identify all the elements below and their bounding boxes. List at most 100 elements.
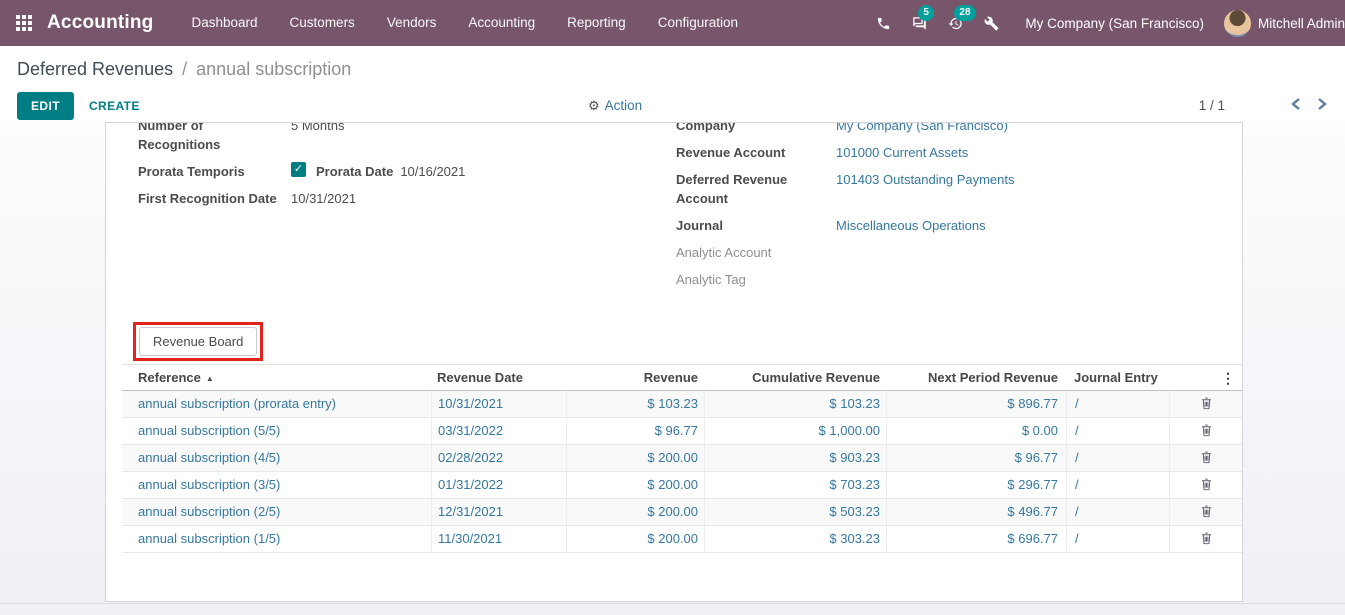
pager-previous-button[interactable] <box>1283 98 1309 113</box>
delete-row-button[interactable] <box>1196 394 1217 415</box>
cell-revenue[interactable]: $ 200.00 <box>566 445 704 471</box>
activities-icon[interactable]: 28 <box>937 0 973 46</box>
breadcrumb-separator: / <box>182 59 187 79</box>
pager-next-button[interactable] <box>1309 98 1335 113</box>
cell-next-period-revenue[interactable]: $ 696.77 <box>886 526 1066 552</box>
cell-revenue[interactable]: $ 200.00 <box>566 499 704 525</box>
delete-row-button[interactable] <box>1196 475 1217 496</box>
cell-revenue-date[interactable]: 01/31/2022 <box>431 472 566 498</box>
cell-next-period-revenue[interactable]: $ 496.77 <box>886 499 1066 525</box>
form-column-right: Company My Company (San Francisco) Reven… <box>676 122 1242 297</box>
field-analytic-account: Analytic Account <box>676 243 1242 262</box>
cell-journal-entry[interactable]: / <box>1066 391 1169 417</box>
cell-cumulative-revenue[interactable]: $ 303.23 <box>704 526 886 552</box>
field-value-link[interactable]: 101000 Current Assets <box>836 143 968 162</box>
action-menu[interactable]: ⚙Action <box>588 98 642 114</box>
field-label: Revenue Account <box>676 143 836 162</box>
header-revenue[interactable]: Revenue <box>566 365 704 390</box>
cell-cumulative-revenue[interactable]: $ 903.23 <box>704 445 886 471</box>
nav-item-dashboard[interactable]: Dashboard <box>176 0 274 46</box>
company-switcher[interactable]: My Company (San Francisco) <box>1025 16 1204 31</box>
field-label: Analytic Tag <box>676 270 836 289</box>
cell-reference[interactable]: annual subscription (4/5) <box>122 445 431 471</box>
avatar[interactable] <box>1224 10 1251 37</box>
cell-journal-entry[interactable]: / <box>1066 418 1169 444</box>
field-value-link[interactable]: Miscellaneous Operations <box>836 216 986 235</box>
field-value-link[interactable]: 101403 Outstanding Payments <box>836 170 1015 208</box>
main-content: Number of Recognitions 5 Months Prorata … <box>0 122 1345 603</box>
cell-next-period-revenue[interactable]: $ 296.77 <box>886 472 1066 498</box>
cell-reference[interactable]: annual subscription (3/5) <box>122 472 431 498</box>
cell-revenue[interactable]: $ 96.77 <box>566 418 704 444</box>
cell-revenue-date[interactable]: 10/31/2021 <box>431 391 566 417</box>
header-cumulative-revenue[interactable]: Cumulative Revenue <box>704 365 886 390</box>
table-row[interactable]: annual subscription (1/5) 11/30/2021 $ 2… <box>122 526 1243 553</box>
cell-reference[interactable]: annual subscription (prorata entry) <box>122 391 431 417</box>
header-next-period-revenue[interactable]: Next Period Revenue <box>886 365 1066 390</box>
delete-row-button[interactable] <box>1196 502 1217 523</box>
cell-cumulative-revenue[interactable]: $ 103.23 <box>704 391 886 417</box>
cell-next-period-revenue[interactable]: $ 896.77 <box>886 391 1066 417</box>
cell-reference[interactable]: annual subscription (1/5) <box>122 526 431 552</box>
cell-cumulative-revenue[interactable]: $ 1,000.00 <box>704 418 886 444</box>
revenue-board-highlight: Revenue Board <box>133 322 263 361</box>
table-header: Reference▲ Revenue Date Revenue Cumulati… <box>122 364 1243 391</box>
optional-columns-icon[interactable]: ⋮ <box>1169 365 1243 390</box>
breadcrumb-parent[interactable]: Deferred Revenues <box>17 59 173 79</box>
user-menu[interactable]: Mitchell Admin <box>1258 16 1345 31</box>
cell-cumulative-revenue[interactable]: $ 503.23 <box>704 499 886 525</box>
activities-badge: 28 <box>954 5 975 21</box>
edit-button[interactable]: EDIT <box>17 92 74 120</box>
cell-reference[interactable]: annual subscription (5/5) <box>122 418 431 444</box>
cell-revenue-date[interactable]: 12/31/2021 <box>431 499 566 525</box>
revenue-board-button[interactable]: Revenue Board <box>139 327 257 356</box>
table-row[interactable]: annual subscription (prorata entry) 10/3… <box>122 391 1243 418</box>
debug-tools-icon[interactable] <box>973 0 1009 46</box>
apps-grid-icon[interactable] <box>16 15 33 32</box>
form-column-left: Number of Recognitions 5 Months Prorata … <box>138 122 676 297</box>
cell-journal-entry[interactable]: / <box>1066 526 1169 552</box>
cell-journal-entry[interactable]: / <box>1066 472 1169 498</box>
cell-revenue-date[interactable]: 03/31/2022 <box>431 418 566 444</box>
delete-row-button[interactable] <box>1196 529 1217 550</box>
cell-reference[interactable]: annual subscription (2/5) <box>122 499 431 525</box>
field-value-link[interactable]: My Company (San Francisco) <box>836 122 1008 135</box>
cell-journal-entry[interactable]: / <box>1066 499 1169 525</box>
header-reference[interactable]: Reference▲ <box>122 365 431 390</box>
nav-item-accounting[interactable]: Accounting <box>452 0 551 46</box>
create-button[interactable]: CREATE <box>89 99 140 113</box>
cell-revenue[interactable]: $ 200.00 <box>566 472 704 498</box>
form-sheet: Number of Recognitions 5 Months Prorata … <box>105 122 1243 602</box>
cell-next-period-revenue[interactable]: $ 0.00 <box>886 418 1066 444</box>
phone-icon[interactable] <box>865 0 901 46</box>
table-row[interactable]: annual subscription (3/5) 01/31/2022 $ 2… <box>122 472 1243 499</box>
nav-item-vendors[interactable]: Vendors <box>371 0 453 46</box>
cell-cumulative-revenue[interactable]: $ 703.23 <box>704 472 886 498</box>
messages-icon[interactable]: 5 <box>901 0 937 46</box>
field-prorata-temporis: Prorata Temporis ✓ Prorata Date 10/16/20… <box>138 162 676 181</box>
cell-revenue-date[interactable]: 11/30/2021 <box>431 526 566 552</box>
prorata-checkbox[interactable]: ✓ <box>291 162 306 177</box>
prorata-date-label: Prorata Date <box>316 162 393 181</box>
cell-journal-entry[interactable]: / <box>1066 445 1169 471</box>
trash-icon <box>1200 396 1213 410</box>
nav-item-reporting[interactable]: Reporting <box>551 0 642 46</box>
cell-revenue-date[interactable]: 02/28/2022 <box>431 445 566 471</box>
header-journal-entry[interactable]: Journal Entry <box>1066 365 1169 390</box>
pager-value[interactable]: 1 / 1 <box>1199 98 1225 113</box>
cell-revenue[interactable]: $ 103.23 <box>566 391 704 417</box>
cell-revenue[interactable]: $ 200.00 <box>566 526 704 552</box>
field-value: 10/31/2021 <box>291 189 356 208</box>
nav-item-configuration[interactable]: Configuration <box>642 0 754 46</box>
table-row[interactable]: annual subscription (4/5) 02/28/2022 $ 2… <box>122 445 1243 472</box>
field-label: Analytic Account <box>676 243 836 262</box>
app-name[interactable]: Accounting <box>47 12 154 34</box>
table-row[interactable]: annual subscription (5/5) 03/31/2022 $ 9… <box>122 418 1243 445</box>
delete-row-button[interactable] <box>1196 448 1217 469</box>
delete-row-button[interactable] <box>1196 421 1217 442</box>
cell-next-period-revenue[interactable]: $ 96.77 <box>886 445 1066 471</box>
nav-item-customers[interactable]: Customers <box>274 0 371 46</box>
header-revenue-date[interactable]: Revenue Date <box>431 365 566 390</box>
table-row[interactable]: annual subscription (2/5) 12/31/2021 $ 2… <box>122 499 1243 526</box>
gear-icon: ⚙ <box>588 98 600 113</box>
